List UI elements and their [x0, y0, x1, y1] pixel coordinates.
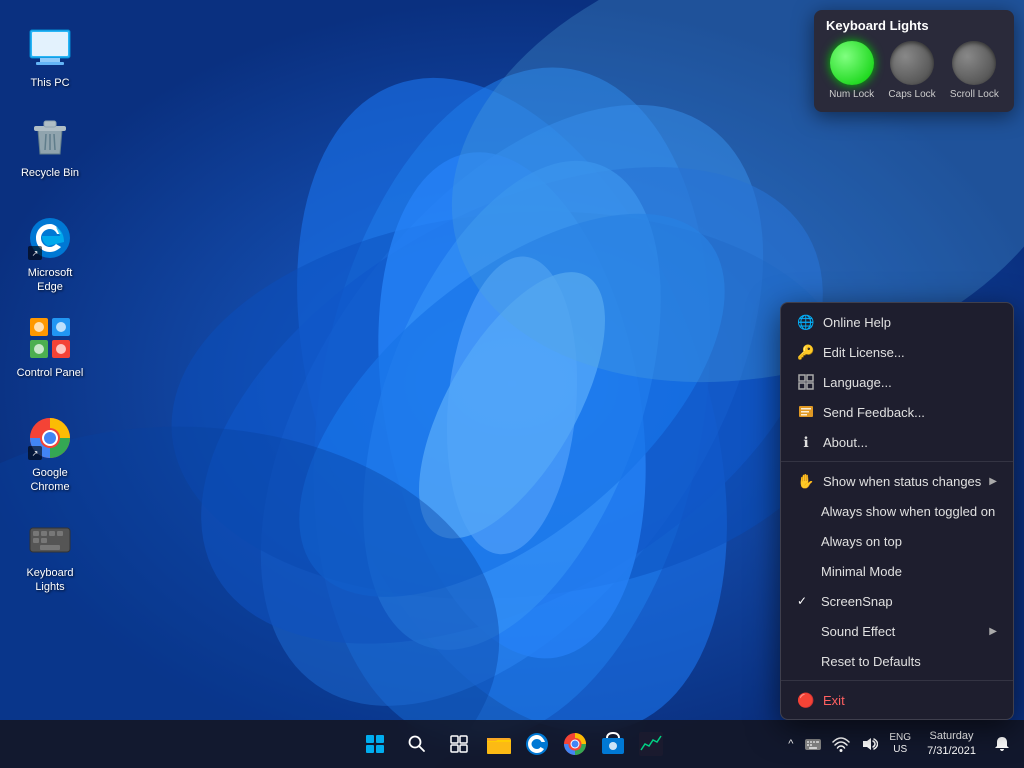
taskbar-edge[interactable] [519, 726, 555, 762]
desktop-icon-keyboard-lights[interactable]: Keyboard Lights [10, 510, 90, 599]
desktop-icon-microsoft-edge[interactable]: ↗ Microsoft Edge [10, 210, 90, 299]
menu-item-show-status[interactable]: ✋ Show when status changes ▶ [781, 466, 1013, 496]
show-status-arrow: ▶ [989, 476, 997, 487]
always-on-top-label: Always on top [821, 534, 902, 549]
menu-item-language[interactable]: Language... [781, 367, 1013, 397]
caps-lock-light: Caps Lock [888, 41, 935, 100]
desktop-icon-control-panel[interactable]: Control Panel [10, 310, 90, 384]
separator-2 [781, 680, 1013, 681]
tray-keyboard-icon[interactable] [801, 732, 825, 756]
screensnap-label: ScreenSnap [821, 594, 893, 609]
lights-row: Num Lock Caps Lock Scroll Lock [826, 41, 1002, 100]
edit-license-label: Edit License... [823, 345, 905, 360]
online-help-icon: 🌐 [797, 313, 815, 331]
taskbar: ^ [0, 720, 1024, 768]
exit-label: Exit [823, 693, 845, 708]
send-feedback-icon [797, 403, 815, 421]
sound-effect-arrow: ▶ [989, 626, 997, 637]
minimal-mode-label: Minimal Mode [821, 564, 902, 579]
language-indicator[interactable]: ENG US [885, 732, 915, 756]
taskbar-finance[interactable] [633, 726, 669, 762]
scroll-lock-light: Scroll Lock [950, 41, 999, 100]
widget-title: Keyboard Lights [826, 18, 1002, 33]
menu-item-minimal-mode[interactable]: Minimal Mode [781, 556, 1013, 586]
menu-item-send-feedback[interactable]: Send Feedback... [781, 397, 1013, 427]
taskbar-chrome[interactable] [557, 726, 593, 762]
num-lock-label: Num Lock [829, 89, 874, 100]
menu-item-exit[interactable]: 🔴 Exit [781, 685, 1013, 715]
desktop-icon-this-pc[interactable]: This PC [10, 20, 90, 94]
scroll-lock-circle [952, 41, 996, 85]
exit-icon: 🔴 [797, 691, 815, 709]
online-help-label: Online Help [823, 315, 891, 330]
edit-license-icon: 🔑 [797, 343, 815, 361]
language-icon [797, 373, 815, 391]
menu-item-reset-defaults[interactable]: Reset to Defaults [781, 646, 1013, 676]
menu-item-screensnap[interactable]: ✓ ScreenSnap [781, 586, 1013, 616]
system-tray: ^ [784, 724, 1024, 764]
taskbar-file-explorer[interactable] [481, 726, 517, 762]
menu-item-always-on-top[interactable]: Always on top [781, 526, 1013, 556]
menu-item-about[interactable]: ℹ About... [781, 427, 1013, 457]
menu-item-edit-license[interactable]: 🔑 Edit License... [781, 337, 1013, 367]
num-lock-circle [830, 41, 874, 85]
send-feedback-label: Send Feedback... [823, 405, 925, 420]
num-lock-light: Num Lock [829, 41, 874, 100]
language-label: Language... [823, 375, 892, 390]
about-label: About... [823, 435, 868, 450]
always-show-label: Always show when toggled on [821, 504, 995, 519]
desktop-icon-recycle-bin[interactable]: Recycle Bin [10, 110, 90, 184]
menu-item-online-help[interactable]: 🌐 Online Help [781, 307, 1013, 337]
sound-effect-label: Sound Effect [821, 624, 895, 639]
screensnap-check: ✓ [797, 594, 813, 608]
start-button[interactable] [355, 724, 395, 764]
separator-1 [781, 461, 1013, 462]
scroll-lock-label: Scroll Lock [950, 89, 999, 100]
system-clock[interactable]: Saturday 7/31/2021 [919, 729, 984, 760]
notification-button[interactable] [988, 724, 1016, 764]
about-icon: ℹ [797, 433, 815, 451]
show-status-label: Show when status changes [823, 474, 981, 489]
tray-network-icon[interactable] [829, 732, 853, 756]
tray-volume-icon[interactable] [857, 732, 881, 756]
context-menu: 🌐 Online Help 🔑 Edit License... Language… [780, 302, 1014, 720]
reset-defaults-label: Reset to Defaults [821, 654, 921, 669]
desktop-icon-google-chrome[interactable]: ↗ Google Chrome [10, 410, 90, 499]
taskbar-store[interactable] [595, 726, 631, 762]
tray-expand-button[interactable]: ^ [784, 738, 797, 750]
menu-item-sound-effect[interactable]: Sound Effect ▶ [781, 616, 1013, 646]
menu-item-always-show-toggled[interactable]: Always show when toggled on [781, 496, 1013, 526]
caps-lock-label: Caps Lock [888, 89, 935, 100]
caps-lock-circle [890, 41, 934, 85]
task-view-button[interactable] [439, 724, 479, 764]
search-button[interactable] [397, 724, 437, 764]
keyboard-lights-widget: Keyboard Lights Num Lock Caps Lock Scrol… [814, 10, 1014, 112]
show-status-icon: ✋ [797, 472, 815, 490]
